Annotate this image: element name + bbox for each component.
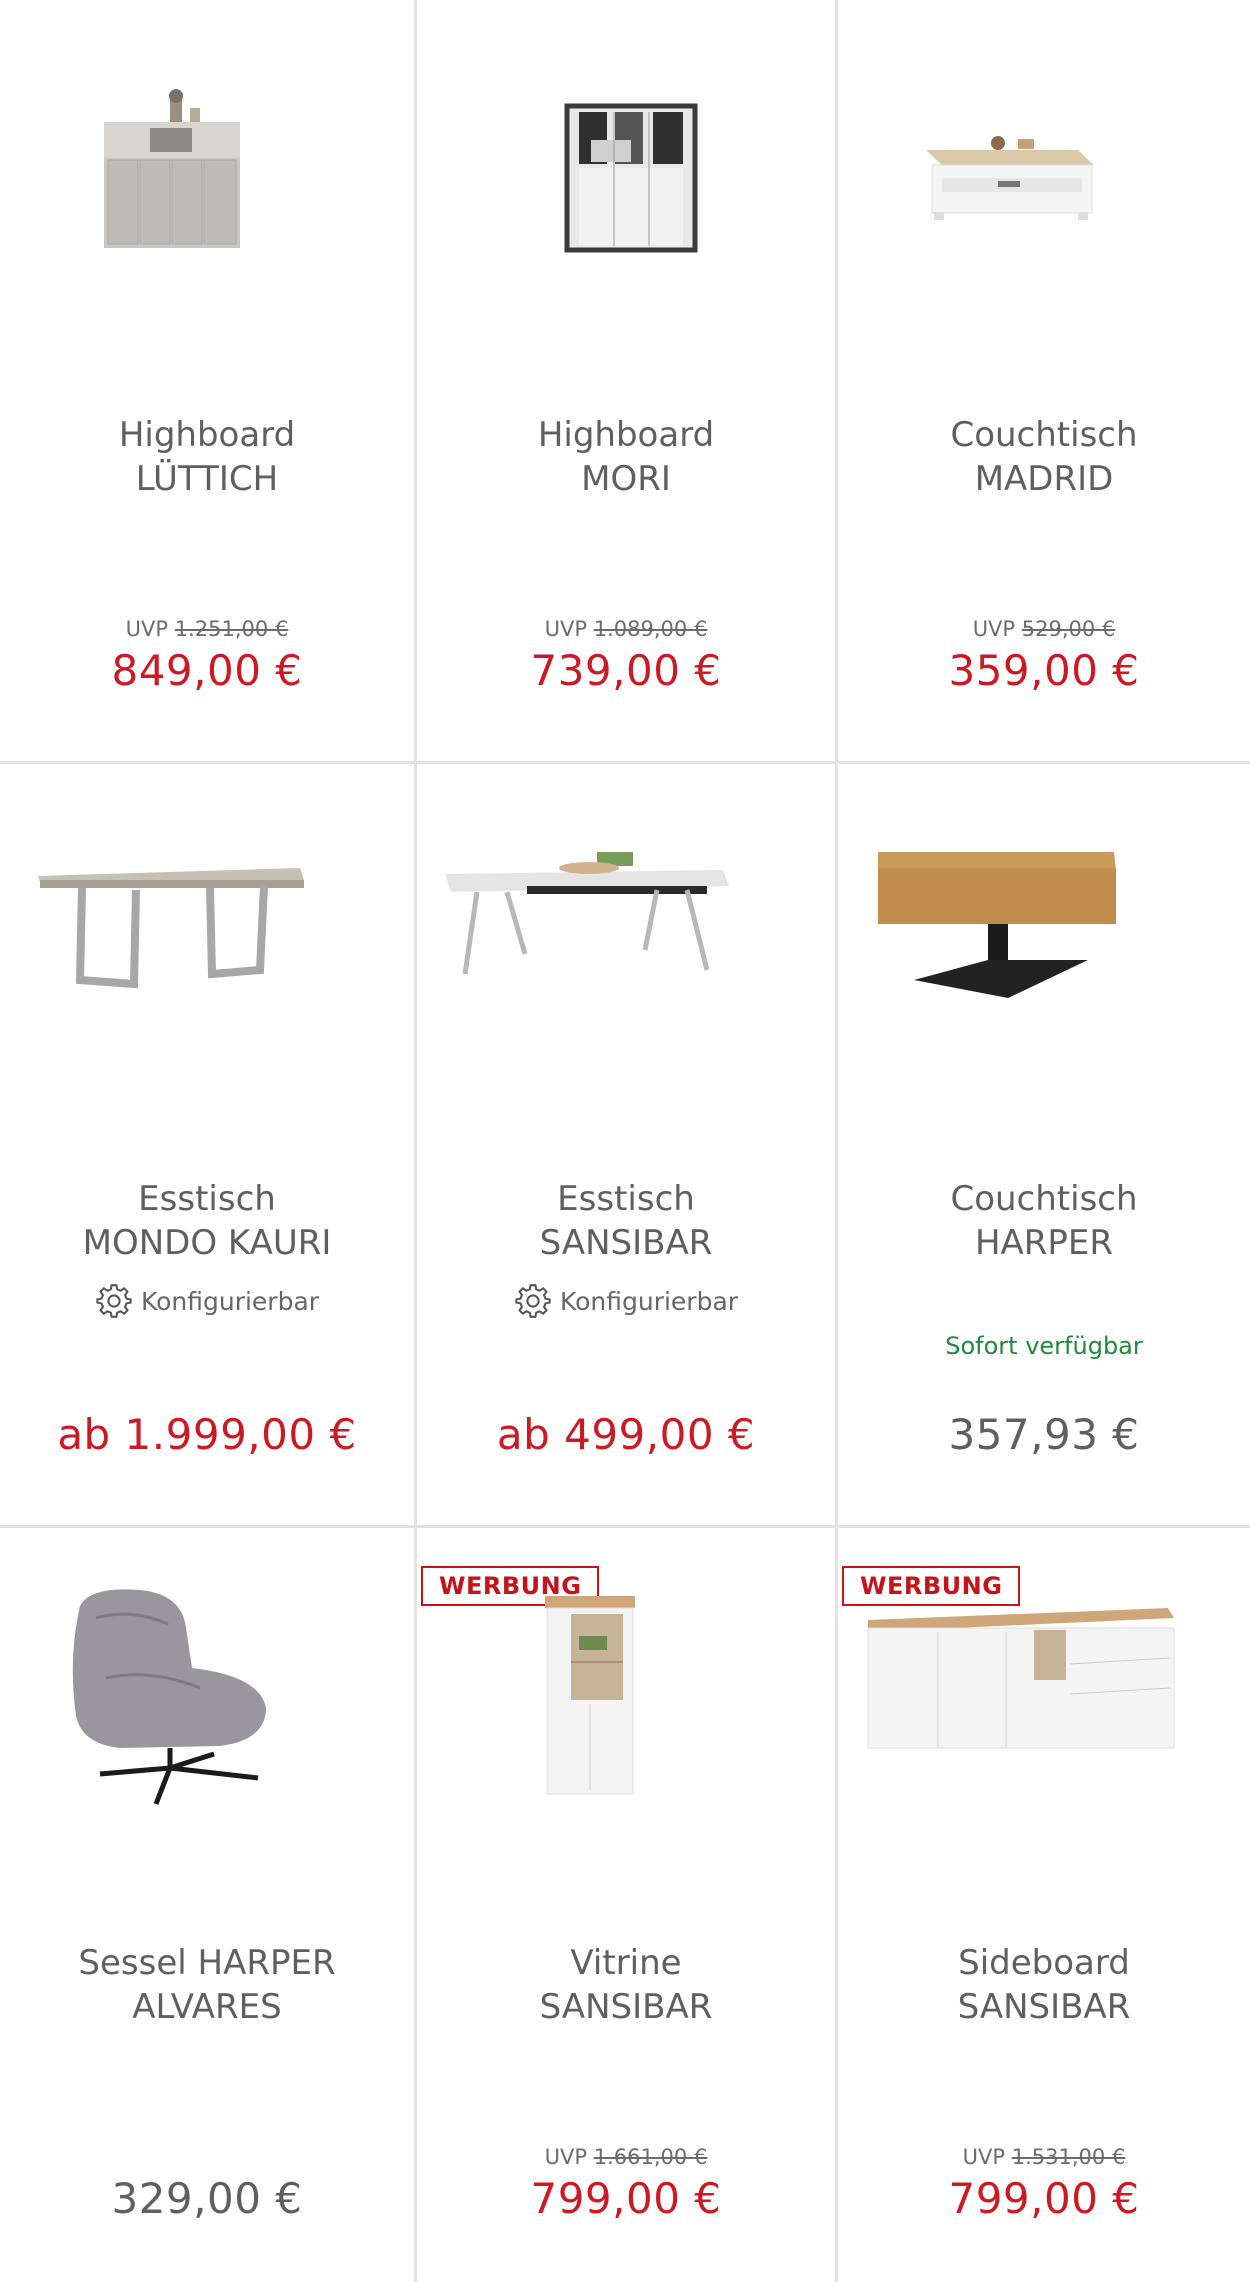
product-title[interactable]: Sessel HARPER ALVARES [0,1941,414,2029]
product-card[interactable]: Highboard LÜTTICH UVP 1.251,00 € 849,00 … [0,0,417,764]
price: 357,93 € [948,1410,1140,1459]
uvp-price: UVP 1.531,00 € [962,2145,1126,2169]
uvp-price: UVP 1.661,00 € [544,2145,708,2169]
gear-icon [515,1284,551,1318]
sale-price: ab 499,00 € [496,1410,756,1459]
configurable-label: Konfigurierbar [417,1282,835,1320]
highboard-image[interactable] [0,0,414,340]
coffee-table-oak-image[interactable] [838,764,1250,1104]
product-card[interactable]: Esstisch MONDO KAURI Konfigurierbar ab 1… [0,764,417,1528]
product-title[interactable]: Esstisch MONDO KAURI [0,1177,414,1265]
product-card[interactable]: Couchtisch MADRID UVP 529,00 € 359,00 € [838,0,1250,764]
product-title[interactable]: Couchtisch HARPER [838,1177,1250,1265]
sale-price: 359,00 € [948,646,1140,695]
price: 329,00 € [111,2174,303,2223]
uvp-price: UVP 1.251,00 € [125,617,289,641]
product-title[interactable]: Highboard MORI [417,413,835,501]
uvp-price: UVP 529,00 € [972,617,1116,641]
product-card[interactable]: Esstisch SANSIBAR Konfigurierbar ab 499,… [417,764,838,1528]
gear-icon [96,1284,132,1318]
product-grid: Highboard LÜTTICH UVP 1.251,00 € 849,00 … [0,0,1250,2282]
product-card[interactable]: Sessel HARPER ALVARES 329,00 € [0,1528,417,2282]
sale-price: 799,00 € [948,2174,1140,2223]
product-title[interactable]: Esstisch SANSIBAR [417,1177,835,1265]
dining-table-image[interactable] [0,764,414,1104]
product-card[interactable]: Couchtisch HARPER Sofort verfügbar 357,9… [838,764,1250,1528]
vitrine-image[interactable] [417,1528,835,1868]
product-title[interactable]: Sideboard SANSIBAR [838,1941,1250,2029]
availability-status: Sofort verfügbar [945,1332,1143,1360]
sale-price: 799,00 € [530,2174,722,2223]
product-card[interactable]: WERBUNG Sideboard SANSIBAR UVP 1.531,00 … [838,1528,1250,2282]
sale-price: 739,00 € [530,646,722,695]
sale-price: 849,00 € [111,646,303,695]
coffee-table-image[interactable] [838,0,1250,340]
product-title[interactable]: Vitrine SANSIBAR [417,1941,835,2029]
product-card[interactable]: Highboard MORI UVP 1.089,00 € 739,00 € [417,0,838,764]
sideboard-image[interactable] [838,1528,1250,1868]
product-title[interactable]: Highboard LÜTTICH [0,413,414,501]
configurable-label: Konfigurierbar [0,1282,414,1320]
armchair-image[interactable] [0,1528,414,1868]
dining-table-white-image[interactable] [417,764,835,1104]
sale-price: ab 1.999,00 € [57,1410,357,1459]
product-title[interactable]: Couchtisch MADRID [838,413,1250,501]
highboard-glass-image[interactable] [417,0,835,340]
product-card[interactable]: WERBUNG Vitrine SANSIBAR UVP 1.661,00 € … [417,1528,838,2282]
uvp-price: UVP 1.089,00 € [544,617,708,641]
